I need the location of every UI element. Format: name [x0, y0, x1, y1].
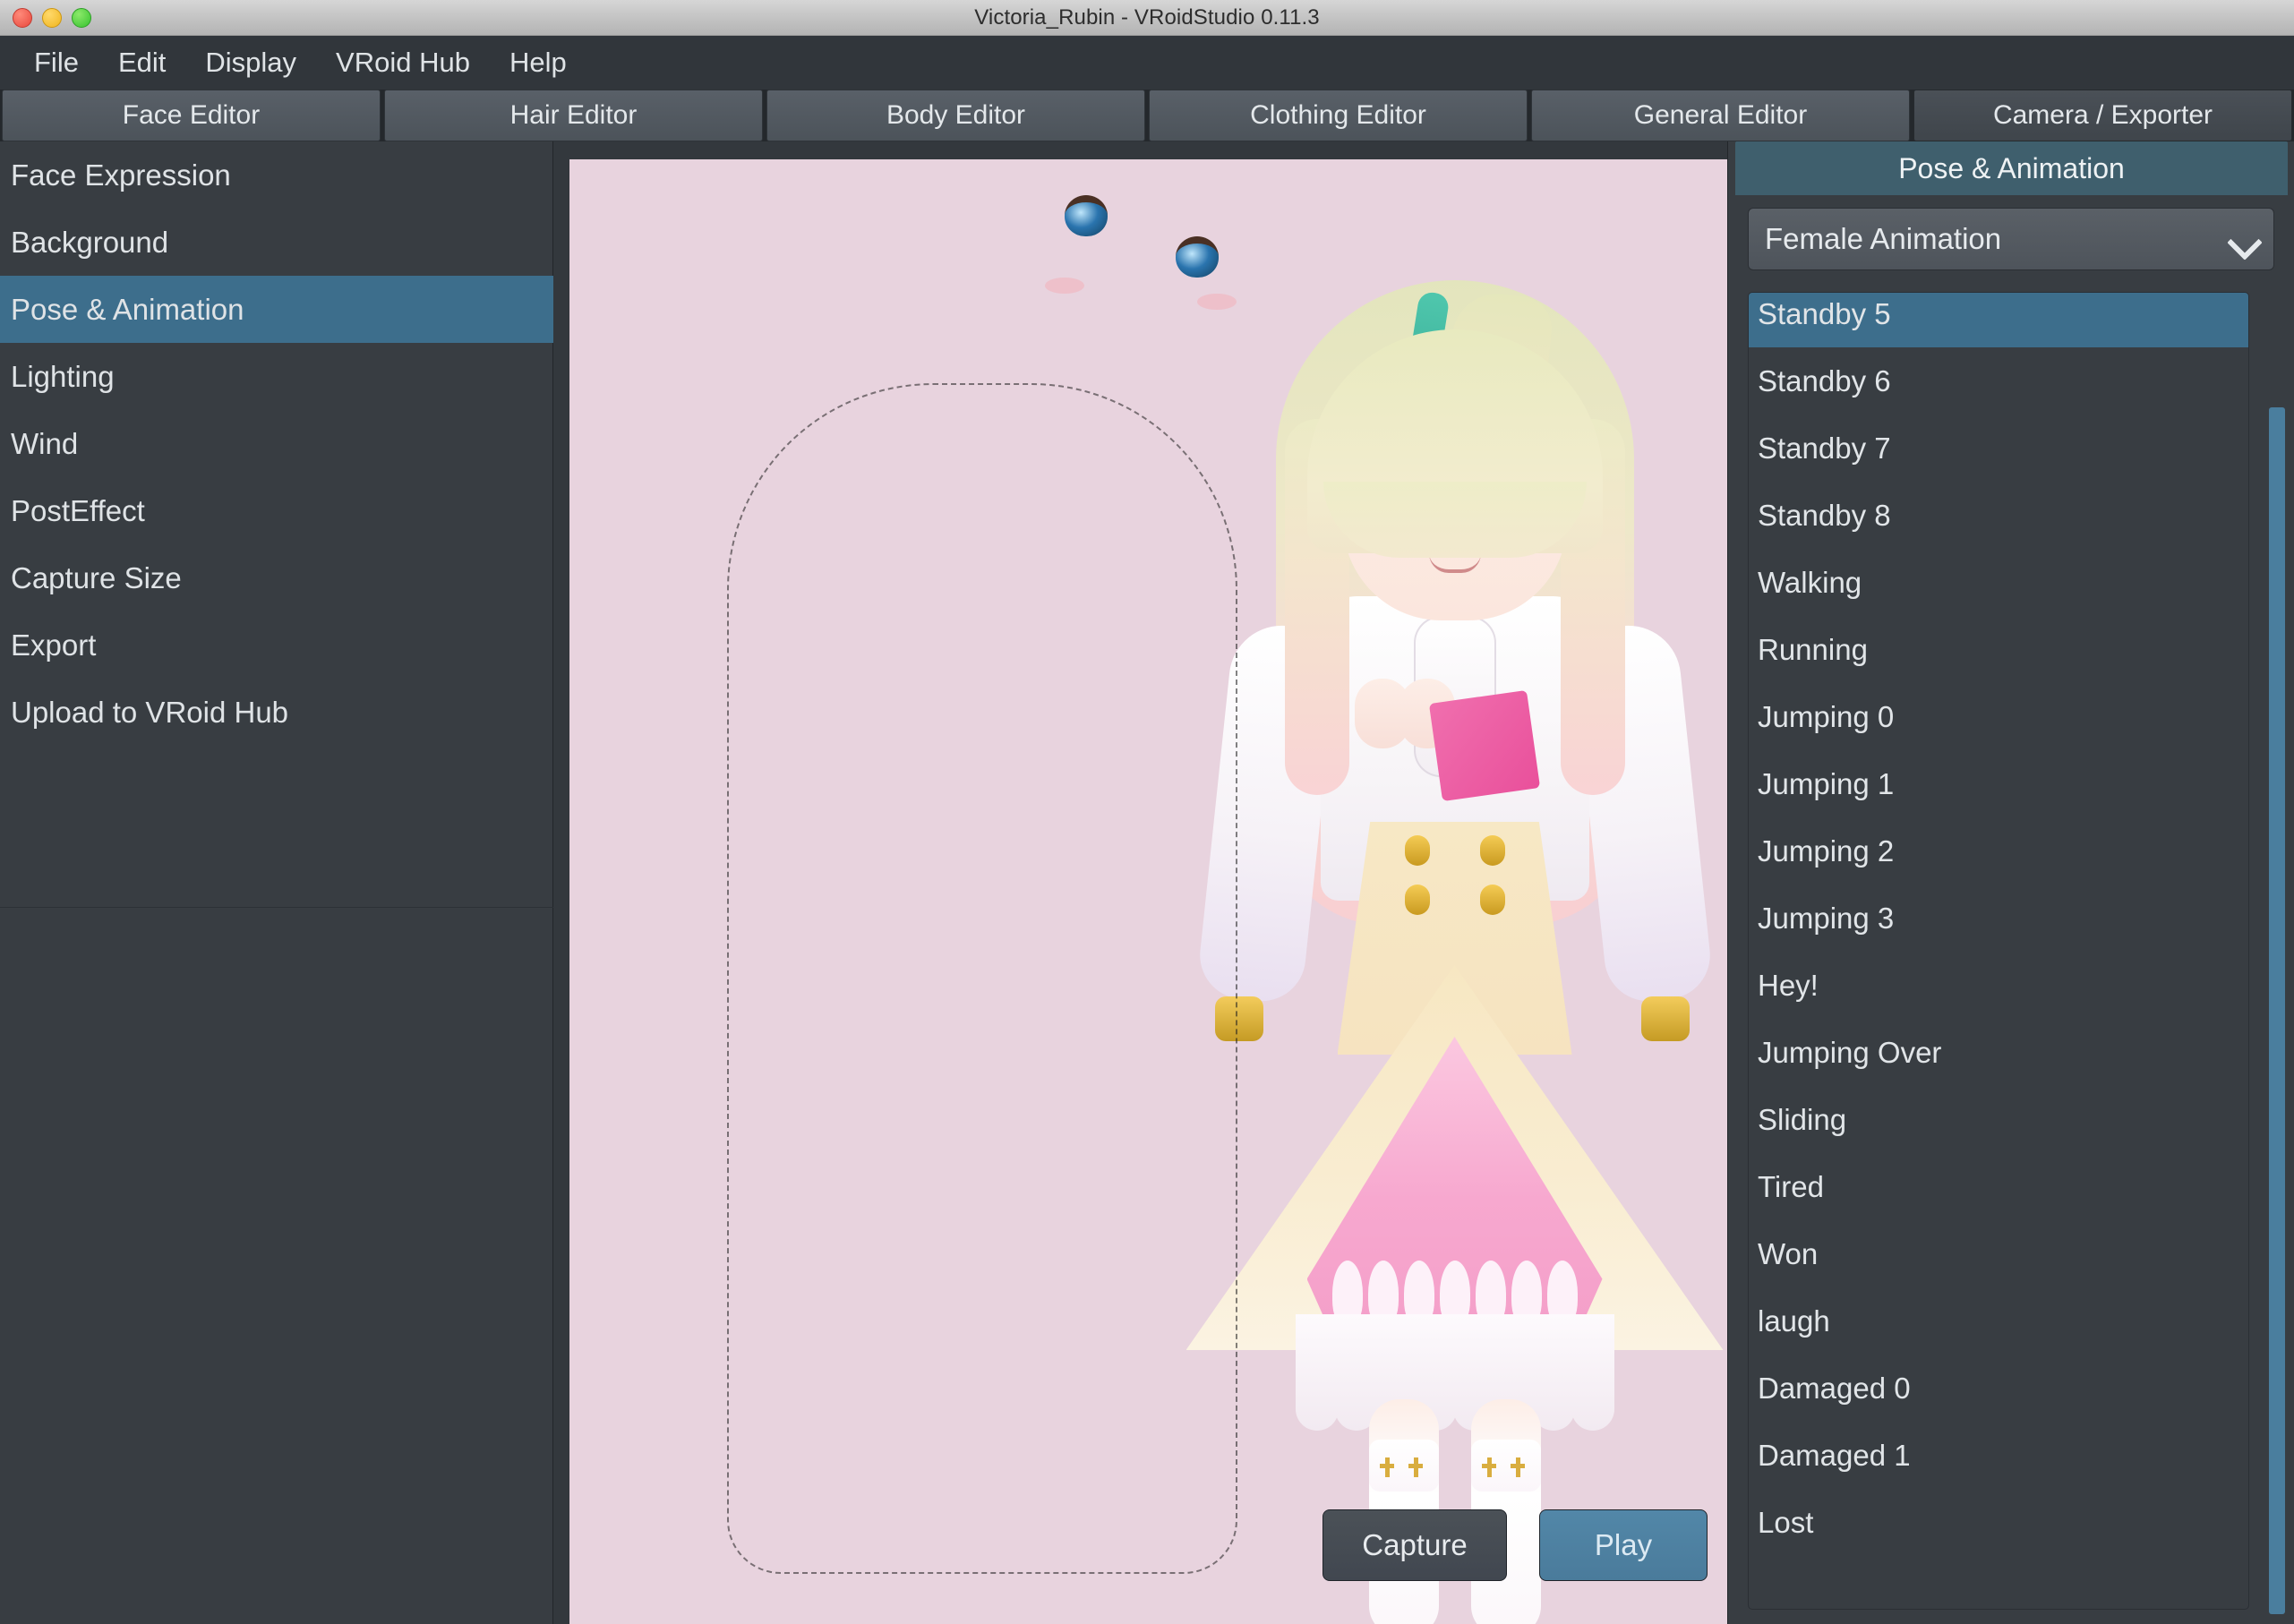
tab-body-editor[interactable]: Body Editor — [766, 90, 1145, 141]
window-titlebar: Victoria_Rubin - VRoidStudio 0.11.3 — [0, 0, 2294, 36]
sidebar-item-pose-and-animation[interactable]: Pose & Animation — [0, 276, 553, 343]
tab-hair-editor[interactable]: Hair Editor — [384, 90, 763, 141]
animation-list-scrollbar-thumb[interactable] — [2269, 407, 2285, 1614]
sidebar-item-lighting[interactable]: Lighting — [0, 343, 553, 410]
window-controls — [13, 0, 91, 36]
animation-item-jumping-1[interactable]: Jumping 1 — [1749, 750, 2248, 817]
eye-left — [1064, 195, 1108, 236]
menu-item-edit[interactable]: Edit — [98, 43, 185, 82]
capture-button[interactable]: Capture — [1322, 1509, 1507, 1581]
bodice-button — [1479, 835, 1505, 866]
animation-item-jumping-3[interactable]: Jumping 3 — [1749, 885, 2248, 952]
maximize-button[interactable] — [72, 8, 91, 28]
minimize-button[interactable] — [42, 8, 62, 28]
blush-left — [1044, 278, 1084, 294]
skirt-frill — [1267, 1314, 1643, 1431]
animation-item-jumping-over[interactable]: Jumping Over — [1749, 1019, 2248, 1086]
menu-item-file[interactable]: File — [14, 43, 98, 82]
animation-item-standby-6[interactable]: Standby 6 — [1749, 347, 2248, 415]
animation-item-laugh[interactable]: laugh — [1749, 1287, 2248, 1355]
bodice-button — [1479, 885, 1505, 915]
bodice-button — [1404, 885, 1430, 915]
model-viewport[interactable]: Capture Play — [569, 159, 1727, 1624]
sidebar-item-background[interactable]: Background — [0, 209, 553, 276]
sidebar-item-posteffect[interactable]: PostEffect — [0, 477, 553, 544]
animation-item-running[interactable]: Running — [1749, 616, 2248, 683]
animation-item-won[interactable]: Won — [1749, 1220, 2248, 1287]
cuff-left — [1214, 996, 1263, 1041]
held-book — [1428, 689, 1540, 802]
bodice-button — [1404, 835, 1430, 866]
sidebar: Face Expression Background Pose & Animat… — [0, 141, 553, 1624]
animation-item-standby-7[interactable]: Standby 7 — [1749, 415, 2248, 482]
tab-face-editor[interactable]: Face Editor — [2, 90, 381, 141]
animation-item-jumping-0[interactable]: Jumping 0 — [1749, 683, 2248, 750]
blush-right — [1196, 294, 1237, 310]
play-button[interactable]: Play — [1539, 1509, 1708, 1581]
menu-item-help[interactable]: Help — [490, 43, 586, 82]
menu-bar: File Edit Display VRoid Hub Help — [0, 36, 2294, 90]
sidebar-divider — [0, 907, 553, 908]
sidebar-item-export[interactable]: Export — [0, 611, 553, 679]
tab-general-editor[interactable]: General Editor — [1531, 90, 1910, 141]
tab-camera-exporter[interactable]: Camera / Exporter — [1913, 90, 2292, 141]
cross-icon — [1379, 1457, 1394, 1477]
animation-item-jumping-2[interactable]: Jumping 2 — [1749, 817, 2248, 885]
sidebar-item-capture-size[interactable]: Capture Size — [0, 544, 553, 611]
animation-item-tired[interactable]: Tired — [1749, 1153, 2248, 1220]
animation-list[interactable]: Standby 5 Standby 6 Standby 7 Standby 8 … — [1748, 292, 2249, 1610]
window-title: Victoria_Rubin - VRoidStudio 0.11.3 — [974, 4, 1320, 30]
chevron-down-icon — [2229, 225, 2257, 253]
sidebar-item-upload-to-vroid-hub[interactable]: Upload to VRoid Hub — [0, 679, 553, 746]
animation-category-select[interactable]: Female Animation — [1748, 208, 2274, 270]
menu-item-vroid-hub[interactable]: VRoid Hub — [316, 43, 490, 82]
animation-item-damaged-0[interactable]: Damaged 0 — [1749, 1355, 2248, 1422]
animation-item-walking[interactable]: Walking — [1749, 549, 2248, 616]
sidebar-item-wind[interactable]: Wind — [0, 410, 553, 477]
eye-right — [1175, 236, 1219, 278]
cross-icon — [1408, 1457, 1423, 1477]
panel-title: Pose & Animation — [1735, 141, 2288, 195]
sidebar-list: Face Expression Background Pose & Animat… — [0, 141, 553, 746]
animation-category-value: Female Animation — [1765, 222, 2002, 255]
animation-item-standby-5[interactable]: Standby 5 — [1749, 293, 2248, 347]
animation-item-sliding[interactable]: Sliding — [1749, 1086, 2248, 1153]
viewport-action-bar: Capture Play — [1322, 1509, 1708, 1581]
animation-list-inner: Standby 5 Standby 6 Standby 7 Standby 8 … — [1749, 293, 2248, 1556]
menu-item-display[interactable]: Display — [185, 43, 316, 82]
cross-icon — [1510, 1457, 1525, 1477]
cuff-right — [1640, 996, 1690, 1041]
tab-clothing-editor[interactable]: Clothing Editor — [1149, 90, 1528, 141]
cross-icon — [1481, 1457, 1496, 1477]
close-button[interactable] — [13, 8, 32, 28]
sidebar-item-face-expression[interactable]: Face Expression — [0, 141, 553, 209]
character-model — [1044, 195, 1728, 1624]
animation-item-hey[interactable]: Hey! — [1749, 952, 2248, 1019]
animation-item-standby-8[interactable]: Standby 8 — [1749, 482, 2248, 549]
animation-item-damaged-1[interactable]: Damaged 1 — [1749, 1422, 2248, 1489]
animation-item-lost[interactable]: Lost — [1749, 1489, 2248, 1556]
editor-tab-bar: Face Editor Hair Editor Body Editor Clot… — [0, 90, 2294, 141]
pose-animation-panel: Pose & Animation Female Animation Standb… — [1727, 141, 2294, 1624]
